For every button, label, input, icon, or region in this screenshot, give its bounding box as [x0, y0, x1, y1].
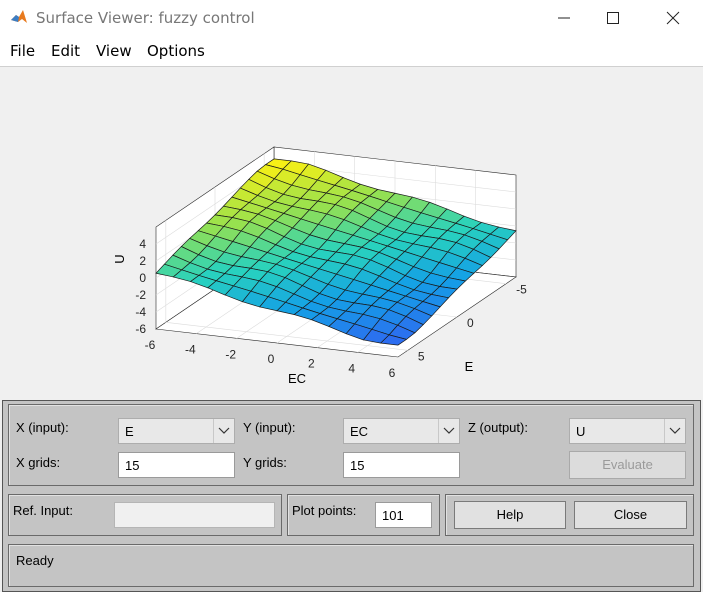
e-tick-label: -5	[516, 283, 527, 297]
ec-axis-label: EC	[288, 371, 306, 386]
status-panel: Ready	[8, 544, 694, 587]
menu-view[interactable]: View	[96, 42, 132, 60]
close-button[interactable]: Close	[574, 501, 687, 529]
menu-bar: File Edit View Options	[0, 36, 703, 67]
y-input-value: EC	[350, 424, 369, 439]
z-tick-label: -6	[135, 322, 146, 336]
z-tick-label: 0	[139, 271, 146, 285]
chevron-down-icon	[213, 419, 234, 443]
x-input-label: X (input):	[16, 420, 69, 435]
ec-tick-label: 6	[389, 366, 396, 380]
chevron-down-icon	[438, 419, 459, 443]
minimize-icon[interactable]	[541, 6, 587, 30]
x-input-select[interactable]: E	[118, 418, 235, 444]
z-tick-label: 4	[139, 237, 146, 251]
menu-edit[interactable]: Edit	[51, 42, 80, 60]
control-area: X (input): E Y (input): EC Z (output): U…	[2, 400, 701, 592]
surface-plot[interactable]: -6 -4 -2 0 2 4 -6 -4 -2 0 2 4 6 -5 0 5 U EC E	[0, 67, 703, 400]
status-text: Ready	[16, 553, 54, 568]
z-output-value: U	[576, 424, 586, 439]
e-axis-label: E	[465, 359, 474, 374]
ec-tick-label: 0	[268, 352, 275, 366]
x-grids-input[interactable]: 15	[118, 452, 235, 478]
window-title: Surface Viewer: fuzzy control	[36, 9, 255, 27]
plot-points-input[interactable]: 101	[375, 502, 432, 528]
close-icon[interactable]	[650, 6, 696, 30]
z-axis-label: U	[112, 254, 127, 263]
evaluate-button[interactable]: Evaluate	[569, 451, 686, 479]
y-grids-label: Y grids:	[243, 455, 287, 470]
title-bar: Surface Viewer: fuzzy control	[0, 0, 703, 36]
y-grids-input[interactable]: 15	[343, 452, 460, 478]
ec-tick-label: -4	[185, 343, 196, 357]
ec-tick-label: -2	[225, 347, 236, 361]
z-output-select[interactable]: U	[569, 418, 686, 444]
menu-file[interactable]: File	[10, 42, 35, 60]
plot-points-panel: Plot points: 101	[287, 494, 440, 536]
ec-tick-label: -6	[145, 338, 156, 352]
chevron-down-icon	[664, 419, 685, 443]
z-tick-label: -4	[135, 305, 146, 319]
ref-input-field[interactable]	[114, 502, 275, 528]
y-input-label: Y (input):	[243, 420, 296, 435]
matlab-icon	[10, 8, 28, 26]
buttons-panel: Help Close	[445, 494, 694, 536]
e-tick-label: 0	[467, 316, 474, 330]
variables-panel: X (input): E Y (input): EC Z (output): U…	[8, 404, 694, 486]
z-tick-label: -2	[135, 288, 146, 302]
y-input-select[interactable]: EC	[343, 418, 460, 444]
x-input-value: E	[125, 424, 134, 439]
z-output-label: Z (output):	[468, 420, 528, 435]
maximize-icon[interactable]	[590, 6, 636, 30]
ref-input-label: Ref. Input:	[13, 503, 73, 518]
ec-tick-label: 2	[308, 357, 315, 371]
x-grids-label: X grids:	[16, 455, 61, 470]
ref-input-panel: Ref. Input:	[8, 494, 282, 536]
surface-plot-area[interactable]: -6 -4 -2 0 2 4 -6 -4 -2 0 2 4 6 -5 0 5 U EC E	[0, 67, 703, 400]
plot-points-label: Plot points:	[292, 503, 357, 518]
e-tick-label: 5	[418, 349, 425, 363]
ec-tick-label: 4	[348, 361, 355, 375]
help-button[interactable]: Help	[454, 501, 566, 529]
menu-options[interactable]: Options	[147, 42, 205, 60]
z-tick-label: 2	[139, 254, 146, 268]
